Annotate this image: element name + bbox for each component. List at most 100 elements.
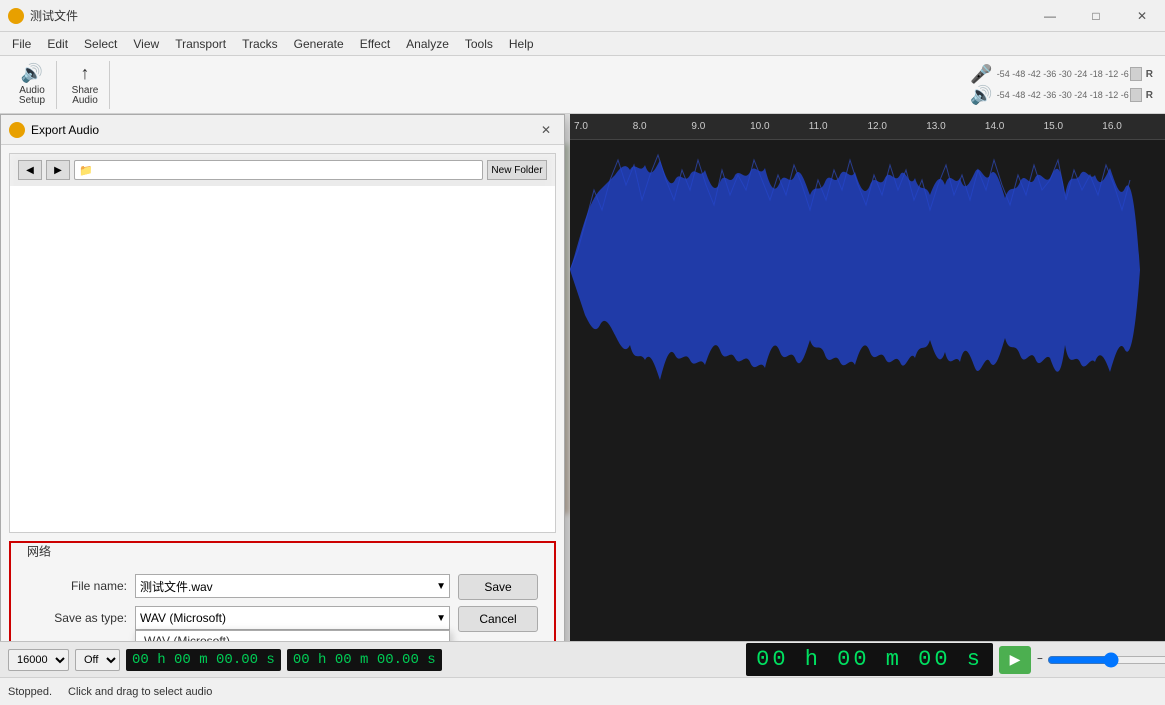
transport-bar: 16000 44100 48000 Off On 00 h 00 m 00.00…	[0, 641, 1165, 677]
menu-view[interactable]: View	[125, 35, 167, 53]
share-audio-group: ↑ Share Audio	[61, 61, 110, 109]
form-fields: File name: ▼ Save as type:	[27, 574, 450, 641]
app-icon	[8, 8, 24, 24]
ruler-mark-12: 12.0	[868, 121, 887, 132]
vu-meter-bars-1: -54 -48 -42 -36 -30 -24 -18 -12 -6	[997, 67, 1142, 81]
audio-setup-btn[interactable]: 🔊 Audio Setup	[12, 65, 52, 105]
new-folder-btn[interactable]: New Folder	[487, 160, 547, 180]
maximize-btn[interactable]: □	[1073, 0, 1119, 32]
dialog-form: 网络 File name: ▼	[9, 541, 556, 641]
menu-tools[interactable]: Tools	[457, 35, 501, 53]
ruler-mark-11: 11.0	[809, 121, 828, 132]
ruler-marks: 7.0 8.0 9.0 10.0 11.0 12.0 13.0 14.0 15.…	[574, 114, 1161, 139]
dialog-close-btn[interactable]: ✕	[536, 120, 556, 140]
menu-select[interactable]: Select	[76, 35, 125, 53]
ruler-mark-13: 13.0	[926, 121, 945, 132]
address-bar[interactable]: 📁	[74, 160, 483, 180]
menu-tracks[interactable]: Tracks	[234, 35, 286, 53]
menu-file[interactable]: File	[4, 35, 39, 53]
nav-forward-btn[interactable]: ▶	[46, 160, 70, 180]
network-label: 网络	[27, 543, 538, 560]
menu-generate[interactable]: Generate	[286, 35, 352, 53]
audio-setup-label: Audio Setup	[12, 86, 52, 106]
volume-slider-container: − +	[1037, 652, 1157, 668]
ruler: 7.0 8.0 9.0 10.0 11.0 12.0 13.0 14.0 15.…	[570, 114, 1165, 140]
saveastype-label: Save as type:	[27, 611, 127, 625]
left-panel: Export Audio ✕ ◀ ▶ 📁 New Folder	[0, 114, 570, 641]
close-btn[interactable]: ✕	[1119, 0, 1165, 32]
dropdown-item-wav[interactable]: WAV (Microsoft)	[136, 631, 449, 641]
saveastype-row: Save as type: ▼ WAV (Microsoft) Other un…	[27, 606, 450, 630]
vu-meter-row-1: 🎤 -54 -48 -42 -36 -30 -24 -18 -12 -6 R	[970, 65, 1153, 83]
saveastype-input[interactable]	[135, 606, 450, 630]
status-hint: Click and drag to select audio	[68, 686, 212, 698]
volume-slider[interactable]	[1047, 652, 1165, 668]
share-audio-btn[interactable]: ↑ Share Audio	[65, 65, 105, 105]
waveform-svg	[570, 140, 1165, 641]
play-icon: ▶	[1010, 651, 1021, 668]
saveastype-wrapper[interactable]: ▼ WAV (Microsoft) Other uncompressed fil…	[135, 606, 450, 630]
vu-meter-section: 🎤 -54 -48 -42 -36 -30 -24 -18 -12 -6 R 🔊…	[966, 61, 1157, 108]
play-btn[interactable]: ▶	[999, 646, 1031, 674]
filename-row: File name: ▼	[27, 574, 450, 598]
toolbar: 🔊 Audio Setup ↑ Share Audio 🎤 -54 -48 -4…	[0, 56, 1165, 114]
ruler-mark-14: 14.0	[985, 121, 1004, 132]
format-dropdown-list[interactable]: WAV (Microsoft) Other uncompressed files…	[135, 630, 450, 641]
time-display-2: 00 h 00 m 00.00 s	[287, 649, 442, 671]
title-bar: 测试文件 — □ ✕	[0, 0, 1165, 32]
filename-label: File name:	[27, 579, 127, 593]
ruler-mark-9: 9.0	[691, 121, 705, 132]
main-container: Export Audio ✕ ◀ ▶ 📁 New Folder	[0, 114, 1165, 641]
minimize-btn[interactable]: —	[1027, 0, 1073, 32]
main-time-display: 00 h 00 m 00 s	[746, 643, 993, 676]
vu-indicator-2	[1130, 88, 1142, 102]
minus-icon: −	[1037, 654, 1043, 665]
ruler-mark-7: 7.0	[574, 121, 588, 132]
waveform-area[interactable]	[570, 140, 1165, 641]
file-browser[interactable]: ◀ ▶ 📁 New Folder	[9, 153, 556, 533]
audio-setup-group: 🔊 Audio Setup	[8, 61, 57, 109]
right-panel: 7.0 8.0 9.0 10.0 11.0 12.0 13.0 14.0 15.…	[570, 114, 1165, 641]
export-audio-dialog: Export Audio ✕ ◀ ▶ 📁 New Folder	[0, 114, 565, 641]
waveform-group	[570, 155, 1140, 380]
ruler-mark-15: 15.0	[1044, 121, 1063, 132]
status-bar: Stopped. Click and drag to select audio	[0, 677, 1165, 705]
menu-transport[interactable]: Transport	[167, 35, 234, 53]
mic-icon: 🎤	[970, 64, 992, 85]
share-audio-label: Share Audio	[65, 86, 105, 106]
form-and-buttons: File name: ▼ Save as type:	[27, 574, 538, 641]
menu-help[interactable]: Help	[501, 35, 542, 53]
ruler-mark-8: 8.0	[633, 121, 647, 132]
title-bar-controls: — □ ✕	[1027, 0, 1165, 32]
sample-rate-select[interactable]: 16000 44100 48000	[8, 649, 69, 671]
browser-content[interactable]	[10, 186, 555, 532]
off-select[interactable]: Off On	[75, 649, 120, 671]
save-btn[interactable]: Save	[458, 574, 538, 600]
speaker-icon: 🔊	[21, 63, 43, 84]
filename-input[interactable]	[135, 574, 450, 598]
vu-meter-row-2: 🔊 -54 -48 -42 -36 -30 -24 -18 -12 -6 R	[970, 86, 1153, 104]
time-display-1: 00 h 00 m 00.00 s	[126, 649, 281, 671]
vu-meter-bars-2: -54 -48 -42 -36 -30 -24 -18 -12 -6	[997, 88, 1142, 102]
vu-r-label-1: R	[1146, 69, 1153, 80]
vu-indicator-1	[1130, 67, 1142, 81]
ruler-mark-16: 16.0	[1102, 121, 1121, 132]
dialog-app-icon	[9, 122, 25, 138]
speaker-small-icon: 🔊	[970, 85, 992, 106]
nav-back-btn[interactable]: ◀	[18, 160, 42, 180]
browser-nav: ◀ ▶ 📁 New Folder	[10, 154, 555, 186]
share-icon: ↑	[81, 63, 90, 84]
title-bar-text: 测试文件	[30, 7, 78, 24]
dialog-title: Export Audio	[31, 123, 530, 137]
ruler-mark-10: 10.0	[750, 121, 769, 132]
cancel-btn[interactable]: Cancel	[458, 606, 538, 632]
menu-effect[interactable]: Effect	[352, 35, 398, 53]
dialog-title-bar: Export Audio ✕	[1, 115, 564, 145]
form-inner: 网络 File name: ▼	[27, 551, 538, 641]
menu-analyze[interactable]: Analyze	[398, 35, 457, 53]
filename-wrapper: ▼	[135, 574, 450, 598]
menu-edit[interactable]: Edit	[39, 35, 76, 53]
status-text: Stopped.	[8, 686, 52, 698]
dialog-buttons: Save Cancel	[458, 574, 538, 641]
vu-r-label-2: R	[1146, 90, 1153, 101]
